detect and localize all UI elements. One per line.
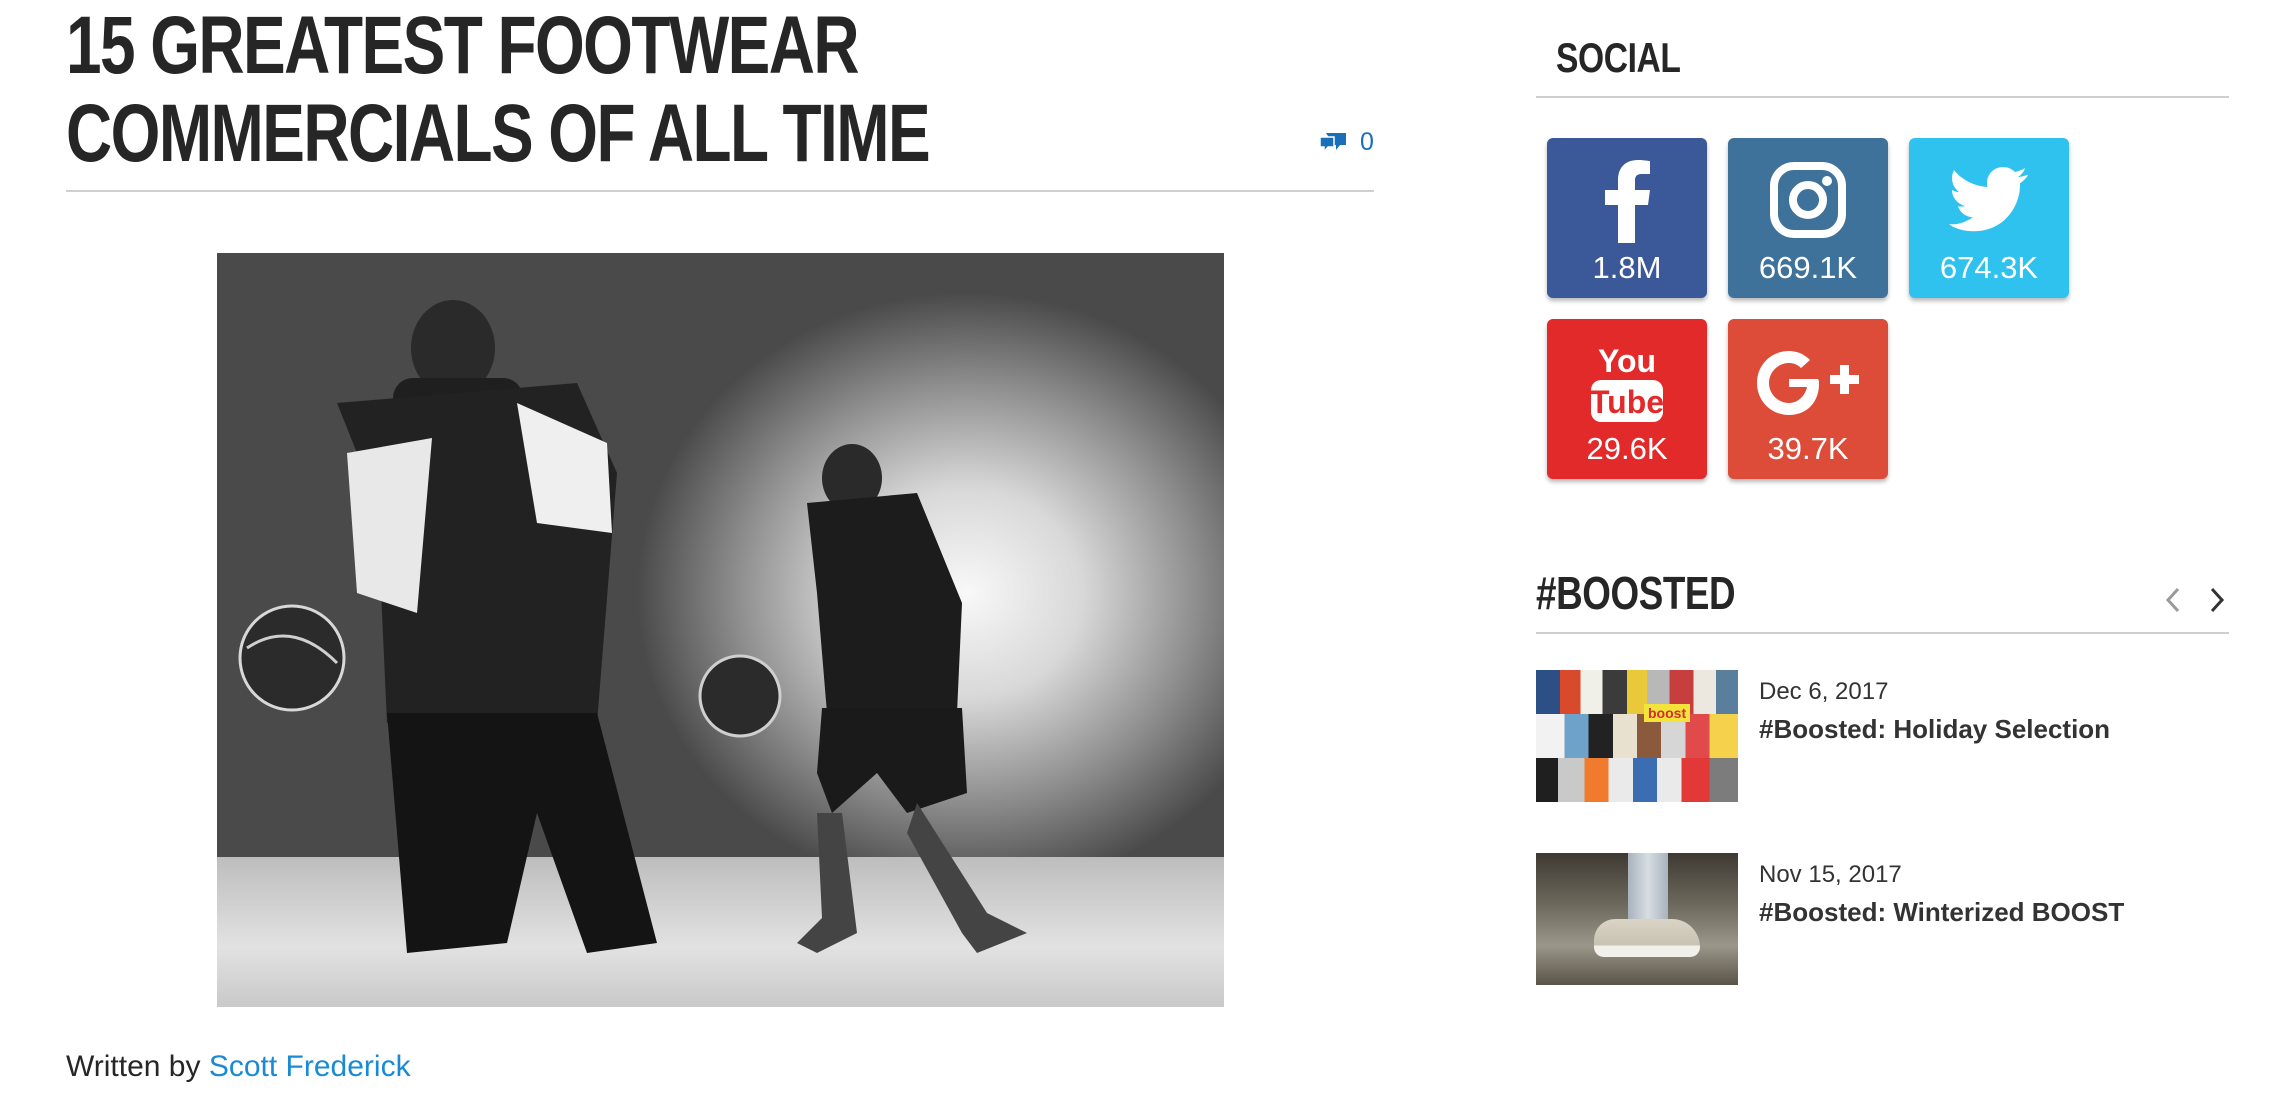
social-widget-divider	[1536, 96, 2229, 98]
comments-icon	[1318, 131, 1348, 155]
facebook-icon	[1547, 152, 1707, 248]
article-title: 15 Greatest Footwear Commercials of All …	[66, 0, 931, 179]
byline-prefix: Written by	[66, 1050, 201, 1083]
page: 15 Greatest Footwear Commercials of All …	[0, 0, 2280, 1116]
social-tile-instagram[interactable]: 669.1K	[1728, 138, 1888, 298]
youtube-logo-you: You	[1598, 343, 1656, 379]
instagram-icon	[1728, 152, 1888, 248]
social-widget-title: Social	[1556, 34, 1681, 81]
post-thumbnail[interactable]	[1536, 853, 1738, 985]
boosted-widget-divider	[1536, 632, 2229, 634]
chevron-left-icon	[2165, 587, 2180, 613]
googleplus-count: 39.7K	[1767, 431, 1849, 466]
boosted-post[interactable]: Nov 15, 2017 #Boosted: Winterized BOOST	[1536, 853, 2236, 985]
hero-figures	[238, 300, 1027, 953]
post-title-link[interactable]: #Boosted: Winterized BOOST	[1759, 897, 2124, 928]
facebook-count: 1.8M	[1592, 250, 1662, 285]
twitter-count: 674.3K	[1939, 250, 2039, 285]
comment-count-value: 0	[1360, 128, 1374, 156]
carousel-prev-button[interactable]	[2160, 584, 2186, 616]
social-tile-twitter[interactable]: 674.3K	[1909, 138, 2069, 298]
thumbnail-boost-label: boost	[1644, 704, 1691, 722]
social-tile-googleplus[interactable]: 39.7K	[1728, 319, 1888, 479]
post-date: Nov 15, 2017	[1759, 861, 1902, 888]
boosted-post[interactable]: boost Dec 6, 2017 #Boosted: Holiday Sele…	[1536, 670, 2236, 802]
youtube-icon: You Tube	[1547, 333, 1707, 429]
google-plus-icon	[1728, 333, 1888, 429]
youtube-count: 29.6K	[1586, 431, 1668, 466]
social-tile-facebook[interactable]: 1.8M	[1547, 138, 1707, 298]
carousel-next-button[interactable]	[2204, 584, 2230, 616]
author-link[interactable]: Scott Frederick	[209, 1050, 411, 1083]
title-divider	[66, 190, 1374, 192]
twitter-icon	[1909, 152, 2069, 248]
post-title-link[interactable]: #Boosted: Holiday Selection	[1759, 714, 2110, 745]
comment-count-link[interactable]: 0	[1318, 128, 1374, 157]
byline: Written by Scott Frederick	[66, 1050, 411, 1084]
chevron-right-icon	[2210, 587, 2225, 613]
youtube-logo-tube: Tube	[1590, 384, 1664, 420]
hero-image	[217, 253, 1224, 1007]
instagram-count: 669.1K	[1758, 250, 1858, 285]
post-thumbnail[interactable]: boost	[1536, 670, 1738, 802]
boosted-widget-title: #Boosted	[1536, 567, 1736, 619]
social-grid: 1.8M 669.1K 674.3K You Tube 29.6K 39.7K	[1547, 138, 2107, 482]
post-date: Dec 6, 2017	[1759, 678, 1889, 705]
social-tile-youtube[interactable]: You Tube 29.6K	[1547, 319, 1707, 479]
